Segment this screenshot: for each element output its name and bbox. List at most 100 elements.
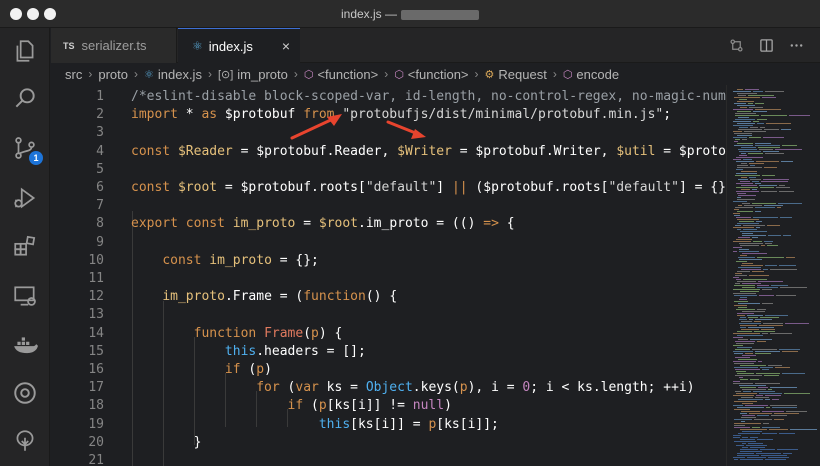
docker-icon[interactable] (10, 330, 40, 360)
code-line[interactable]: 2 import * as $protobuf from "protobufjs/… (51, 106, 726, 124)
minimap-line (755, 143, 771, 144)
close-tab-icon[interactable]: × (282, 38, 290, 54)
code-line[interactable]: 13 (51, 306, 726, 324)
code-text: this[ks[i]] = p[ks[i]]; (131, 416, 499, 434)
minimap-line (778, 203, 802, 204)
line-number: 5 (96, 161, 104, 177)
source-control-icon[interactable]: 1 (10, 133, 43, 165)
code-line[interactable]: 16 if (p) (51, 361, 726, 379)
code-line[interactable]: 17 for (var ks = Object.keys(p), i = 0; … (51, 379, 726, 397)
code-editor[interactable]: 1 /*eslint-disable block-scoped-var, id-l… (51, 85, 726, 466)
minimap-line (734, 427, 750, 428)
code-line[interactable]: 11 (51, 270, 726, 288)
search-icon[interactable] (10, 83, 40, 113)
minimap-line (741, 269, 761, 270)
code-line[interactable]: 8 export const im_proto = $root.im_proto … (51, 215, 726, 233)
split-editor-icon[interactable] (758, 37, 774, 53)
tree-icon[interactable] (10, 426, 40, 456)
code-line[interactable]: 19 this[ks[i]] = p[ks[i]]; (51, 416, 726, 434)
code-text: const im_proto = {}; (131, 252, 319, 270)
code-line[interactable]: 15 this.headers = []; (51, 343, 726, 361)
code-line[interactable]: 21 (51, 452, 726, 466)
more-actions-icon[interactable] (788, 37, 804, 53)
minimap-line (740, 317, 746, 318)
minimap-line (770, 333, 792, 334)
code-token: import (131, 107, 178, 123)
compare-changes-icon[interactable] (728, 37, 744, 53)
breadcrumb-item-function[interactable]: ⬡ <function> (394, 67, 468, 82)
minimap-line (734, 401, 757, 402)
line-number: 9 (96, 234, 104, 250)
breadcrumb-label: <function> (407, 66, 469, 82)
code-token: = $protobuf.roots[ (217, 180, 366, 195)
breadcrumb-item-proto[interactable]: proto (98, 67, 128, 82)
code-line[interactable]: 7 (51, 197, 726, 215)
circle-target-icon[interactable] (10, 378, 40, 408)
code-line[interactable]: 10 const im_proto = {}; (51, 252, 726, 270)
code-line[interactable]: 1 /*eslint-disable block-scoped-var, id-l… (51, 88, 726, 106)
minimap-line (734, 209, 739, 210)
minimap-line (733, 213, 740, 214)
breadcrumb-item-class[interactable]: ⚙ Request (485, 67, 547, 82)
minimap-line (736, 309, 755, 310)
minimap-line (761, 455, 787, 456)
code-text: import * as $protobuf from "protobufjs/d… (131, 106, 671, 124)
minimap-line (748, 443, 763, 444)
minimap-line (762, 289, 772, 290)
minimap-line (734, 145, 753, 146)
minimap-line (742, 203, 750, 204)
minimap-line (740, 439, 755, 440)
code-line[interactable]: 5 (51, 161, 726, 179)
code-text: const $root = $protobuf.roots["default"]… (131, 179, 726, 197)
minimap-line (738, 129, 762, 130)
breadcrumb-item-function[interactable]: ⬡ <function> (304, 67, 378, 82)
minimap-line (736, 239, 752, 240)
minimap-line (761, 329, 775, 330)
minimap-line (734, 285, 755, 286)
code-line[interactable]: 20 } (51, 434, 726, 452)
minimap-line (737, 223, 759, 224)
chevron-right-icon: › (384, 67, 389, 81)
code-line[interactable]: 18 if (p[ks[i]] != null) (51, 397, 726, 415)
code-text: } (131, 434, 202, 452)
code-token: [ks[i]]; (436, 416, 499, 432)
minimap-line (742, 139, 747, 140)
code-line[interactable]: 12 im_proto.Frame = (function() { (51, 288, 726, 306)
breadcrumb-item-src[interactable]: src (65, 67, 82, 82)
tab-index-js[interactable]: ⚛ index.js × (178, 28, 300, 63)
minimap-line (735, 175, 760, 176)
code-line[interactable]: 9 (51, 234, 726, 252)
minimap-line (742, 437, 748, 438)
code-line[interactable]: 4 const $Reader = $protobuf.Reader, $Writ… (51, 143, 726, 161)
minimap-line (735, 275, 747, 276)
minimap-line (737, 313, 754, 314)
minimap-line (750, 379, 759, 380)
breadcrumb-item-method[interactable]: ⬡ encode (563, 67, 619, 82)
code-token: null (412, 398, 445, 414)
minimap-line (781, 161, 793, 162)
minimap-line (776, 187, 790, 188)
minimap-line (757, 119, 767, 120)
react-file-icon: ⚛ (192, 39, 203, 53)
breadcrumb-item-file[interactable]: ⚛ index.js (144, 67, 202, 82)
code-line[interactable]: 6 const $root = $protobuf.roots["default"… (51, 179, 726, 197)
tab-serializer-ts[interactable]: TS serializer.ts (51, 28, 177, 63)
breadcrumb-item-variable[interactable]: [⊙] im_proto (218, 67, 288, 82)
code-line[interactable]: 3 (51, 124, 726, 142)
minimap-line (780, 217, 792, 218)
minimap-line (757, 415, 769, 416)
minimap-line (737, 453, 754, 454)
minimap-line (737, 89, 743, 90)
code-line[interactable]: 14 function Frame(p) { (51, 325, 726, 343)
chevron-right-icon: › (474, 67, 479, 81)
minimap-line (757, 285, 769, 286)
minimap-line (737, 105, 755, 106)
remote-explorer-icon[interactable] (10, 281, 40, 311)
minimap[interactable] (726, 85, 820, 466)
explorer-icon[interactable] (10, 36, 40, 66)
run-debug-icon[interactable] (10, 183, 40, 213)
minimap-line (760, 127, 765, 128)
minimap-line (741, 417, 756, 418)
extensions-icon[interactable] (10, 231, 40, 261)
